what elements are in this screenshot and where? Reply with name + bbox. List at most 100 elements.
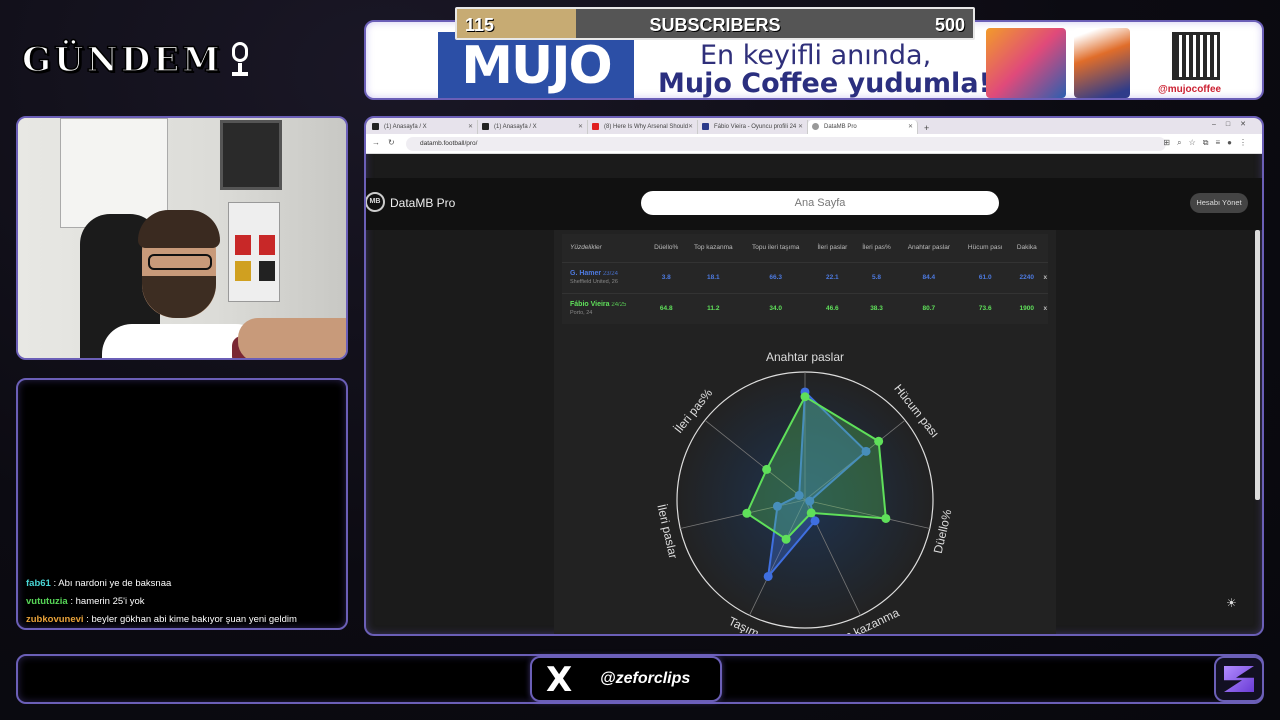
table-cell: 11.2 [684,292,742,324]
streamer [102,210,292,358]
tactics-board [60,118,168,228]
table-cell: 46.6 [809,292,855,324]
url-input[interactable]: datamb.football/pro/ [406,137,1166,151]
site-icon [702,123,709,130]
chat-username: zubkovunevi [26,614,84,625]
radar-data-point [762,464,772,474]
x-icon [482,123,489,130]
browser-tab-active[interactable]: DataMB Pro ✕ [808,120,918,134]
back-forward-reload-icons[interactable]: →↻ [372,138,403,147]
close-icon[interactable]: ✕ [688,123,693,130]
chat-box: fab61 : Abı nardoni ye de baksnaa vututu… [16,378,348,630]
scrollbar[interactable] [1255,230,1260,500]
table-row: G. Hamer 23/24 Sheffield United, 26 3.8 1… [562,261,1048,293]
column-header: Düello% [647,234,685,262]
youtube-icon [592,123,599,130]
window-controls[interactable]: –□✕ [1212,120,1256,128]
mujo-logo: MUJO [438,32,634,98]
table-cell: 73.6 [959,292,1011,324]
column-header: İleri pas% [854,234,899,262]
channel-logo-text: GÜNDEM [21,39,223,81]
close-icon[interactable]: ✕ [578,123,583,130]
chat-text: beyler gökhan abi kime bakıyor şuan yeni… [91,614,297,625]
radar-data-point [810,516,820,526]
radar-data-point [742,508,752,518]
table-cell: 64.8 [647,292,685,324]
channel-logo: GÜNDEM [21,38,342,82]
chat-message: vututuzia : hamerin 25'i yok [26,596,145,607]
chat-username: vututuzia [26,596,68,607]
screen-capture: (1) Anasayfa / X ✕ (1) Anasayfa / X ✕ (8) … [364,116,1264,636]
subscriber-goal-bar: 115 SUBSCRIBERS 500 [455,7,975,40]
sun-icon[interactable]: ☀ [1226,596,1237,610]
column-header: İleri paslar [809,234,855,262]
radar-axis-label: Düello% [931,508,955,555]
radar-data-point [763,571,773,581]
column-header: Hücum pası [959,234,1011,262]
close-icon[interactable]: ✕ [908,123,913,130]
site-logo[interactable]: MB [366,192,385,212]
new-tab-button[interactable]: + [918,122,935,134]
site-search-input[interactable]: Ana Sayfa [641,191,999,215]
player-cell[interactable]: G. Hamer 23/24 Sheffield United, 26 [562,261,648,293]
table-cell: 84.4 [898,261,960,293]
table-cell: 61.0 [959,261,1011,293]
table-cell: 2240 [1010,261,1043,293]
browser-tab[interactable]: (8) Here Is Why Arsenal Should ✕ [588,120,698,134]
browser-tab[interactable]: Fábio Vieira - Oyuncu profili 24 ✕ [698,120,808,134]
close-icon[interactable]: ✕ [798,123,803,130]
chat-message: fab61 : Abı nardoni ye de baksnaa [26,578,172,589]
radar-data-point [781,534,791,544]
browser-tab[interactable]: (1) Anasayfa / X ✕ [368,120,478,134]
ad-handle: @mujocoffee [1158,84,1222,95]
coffee-pack-image [1074,28,1130,98]
webcam-feed [16,116,348,360]
tactics-board [220,120,282,190]
social-handle: @zeforclips [600,670,691,687]
ad-headline: En keyifli anında, [700,40,932,71]
radar-data-point [806,508,816,518]
table-cell: 5.8 [854,261,899,293]
channel-badge [1214,656,1264,702]
remove-player-button[interactable]: x [1042,292,1048,324]
chat-username: fab61 [26,578,51,589]
close-icon[interactable]: ✕ [468,123,473,130]
x-icon [372,123,379,130]
site-name[interactable]: DataMB Pro [390,196,455,210]
radar-data-point [800,392,810,402]
table-cell: 66.3 [741,261,810,293]
table-cell: 18.1 [684,261,742,293]
microphone-icon [229,42,251,78]
x-logo-icon: X [546,660,573,700]
social-handle-box: X @zeforclips [530,656,722,702]
radar-data-point [874,436,884,446]
column-header: Dakika [1010,234,1043,262]
table-header-row: Yüzdelikler Düello% Top kazanma Topu ile… [562,234,1048,262]
column-header: Yüzdelikler [562,234,648,262]
column-header: Top kazanma [684,234,742,262]
radar-axis-label: İleri paslar [654,503,680,560]
column-header: Topu ileri taşıma [741,234,810,262]
chat-message: zubkovunevi : beyler gökhan abi kime bak… [26,614,297,625]
extension-icons[interactable]: ⊞⌕☆⧉≡●⋮ [1163,138,1254,148]
browser-tab-strip: (1) Anasayfa / X ✕ (1) Anasayfa / X ✕ (8) … [366,118,1262,134]
chat-text: hamerin 25'i yok [75,596,145,607]
table-cell: 3.8 [647,261,685,293]
address-bar: →↻ datamb.football/pro/ ⊞⌕☆⧉≡●⋮ [366,134,1262,154]
radar-axis-label: Anahtar paslar [766,350,844,364]
coffee-pack-image [986,28,1066,98]
table-cell: 34.0 [741,292,810,324]
subscriber-label: SUBSCRIBERS [649,15,781,35]
subscriber-goal: 500 [934,15,965,35]
ad-subheadline: Mujo Coffee yudumla! [658,68,991,99]
browser-tab[interactable]: (1) Anasayfa / X ✕ [478,120,588,134]
manage-account-button[interactable]: Hesabı Yönet [1190,193,1248,213]
remove-player-button[interactable]: x [1042,261,1048,293]
player-cell[interactable]: Fábio Vieira 24/25 Porto, 24 [562,292,648,324]
table-row: Fábio Vieira 24/25 Porto, 24 64.8 11.2 34… [562,292,1048,324]
zefor-logo-icon [1224,666,1254,692]
radar-chart: Anahtar paslarHücum pasıDüello%Top kazan… [654,350,955,634]
table-cell: 80.7 [898,292,960,324]
chat-text: Abı nardoni ye de baksnaa [58,578,172,589]
qr-code-icon [1172,32,1220,80]
